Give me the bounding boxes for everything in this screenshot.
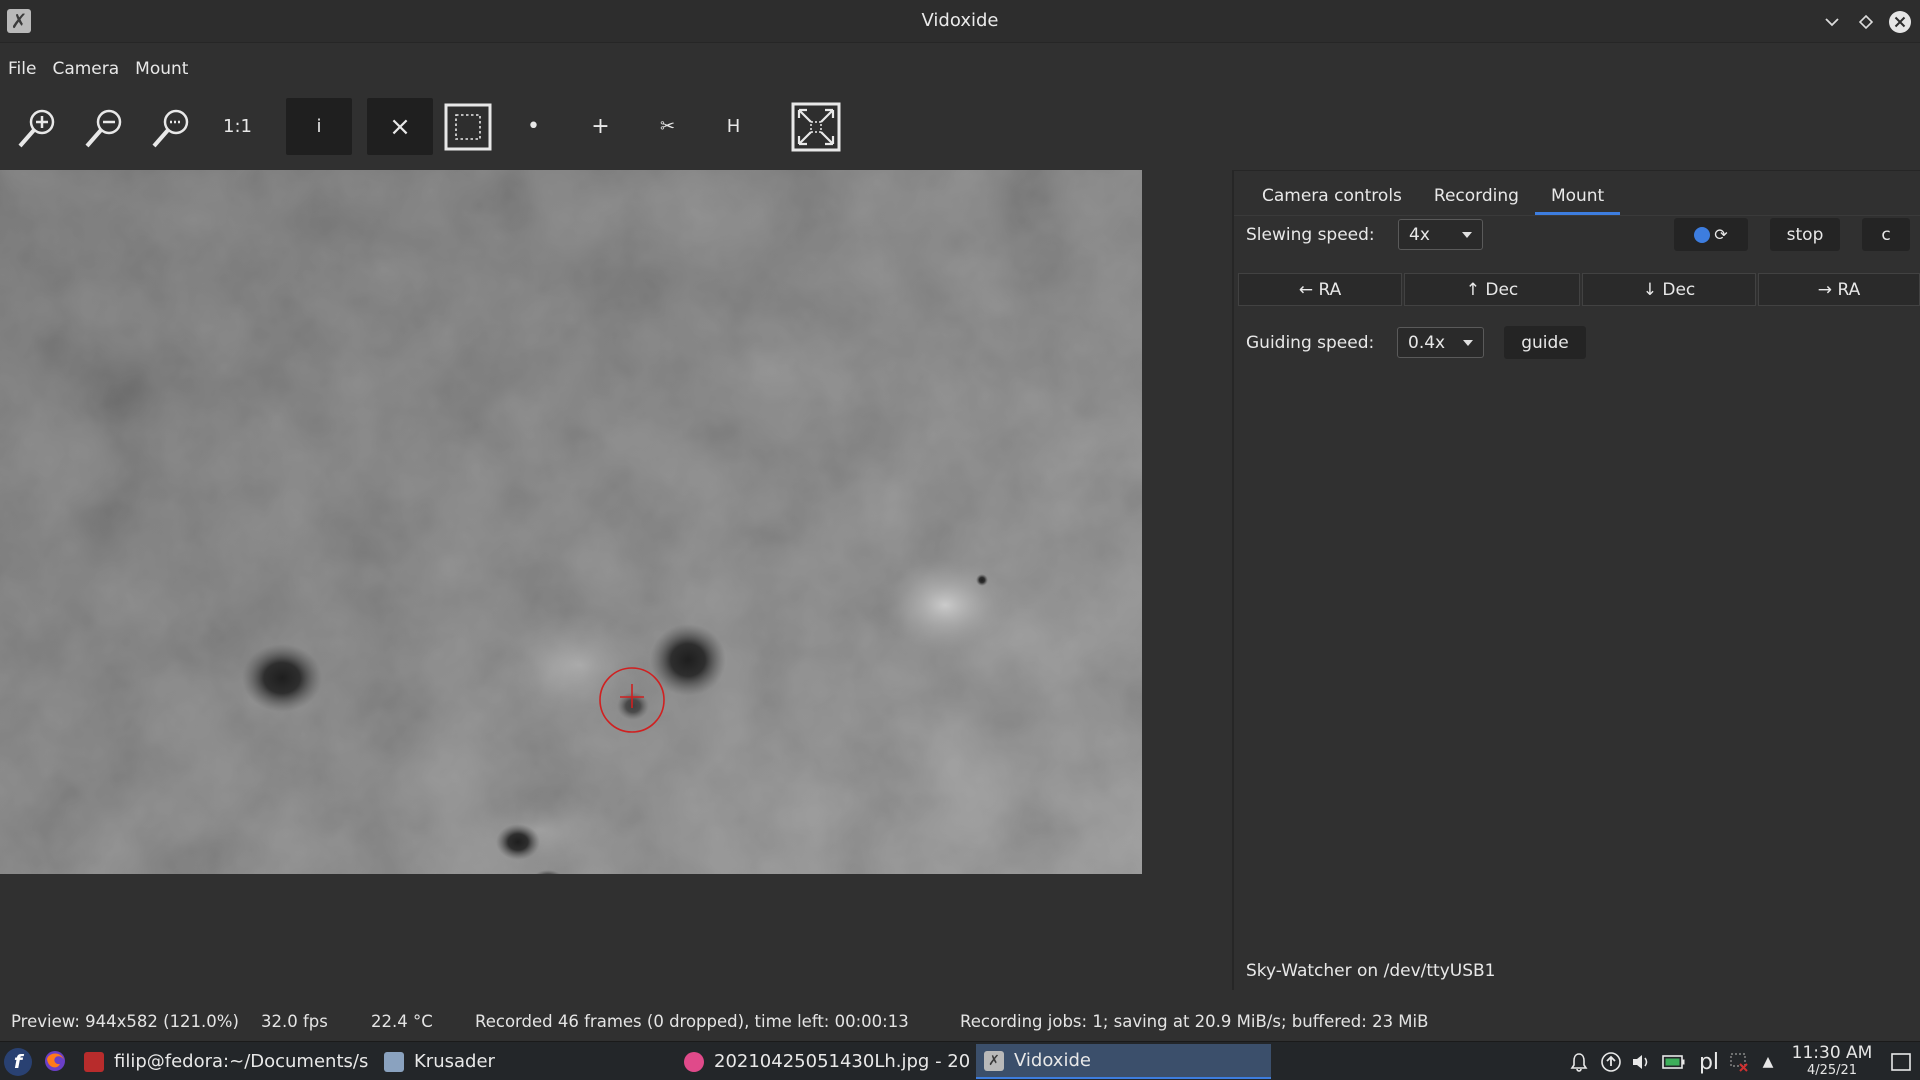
- clear-button[interactable]: ×: [367, 98, 433, 155]
- zoom-fit-icon[interactable]: [142, 98, 200, 155]
- clock-date: 4/25/21: [1806, 1063, 1858, 1078]
- slewing-speed-value: 4x: [1409, 224, 1430, 245]
- network-disconnected-icon[interactable]: [1727, 1050, 1751, 1074]
- updates-icon[interactable]: [1599, 1050, 1623, 1074]
- guiding-speed-value: 0.4x: [1408, 332, 1446, 353]
- ra-left-button[interactable]: ← RA: [1238, 273, 1402, 306]
- task-image-viewer-label: 20210425051430Lh.jpg - 20...: [714, 1051, 972, 1072]
- camera-preview[interactable]: [0, 170, 1142, 874]
- task-vidoxide[interactable]: ✗ Vidoxide: [976, 1044, 1271, 1079]
- maximize-icon[interactable]: [1854, 10, 1878, 34]
- task-image-viewer[interactable]: 20210425051430Lh.jpg - 20...: [676, 1044, 972, 1079]
- tab-recording[interactable]: Recording: [1418, 179, 1535, 213]
- tab-bar: Camera controls Recording Mount: [1246, 179, 1621, 215]
- menu-camera[interactable]: Camera: [44, 54, 127, 84]
- fullscreen-icon[interactable]: [788, 98, 844, 155]
- zoom-out-icon[interactable]: [75, 98, 133, 155]
- stop-button[interactable]: stop: [1770, 218, 1840, 251]
- status-temperature: 22.4 °C: [371, 1012, 433, 1031]
- clock[interactable]: 11:30 AM 4/25/21: [1788, 1044, 1876, 1079]
- vidoxide-icon: ✗: [984, 1050, 1004, 1071]
- task-terminal-label: filip@fedora:~/Documents/s...: [114, 1051, 368, 1072]
- sync-icon: ⟳: [1714, 225, 1728, 244]
- ra-right-button[interactable]: → RA: [1758, 273, 1920, 306]
- centroid-button[interactable]: •: [506, 98, 561, 155]
- guiding-speed-label: Guiding speed:: [1246, 333, 1375, 353]
- mount-panel: Camera controls Recording Mount Slewing …: [1232, 170, 1920, 990]
- task-krusader-label: Krusader: [414, 1051, 495, 1072]
- status-fps: 32.0 fps: [261, 1012, 328, 1031]
- status-bar: Preview: 944x582 (121.0%) 32.0 fps 22.4 …: [0, 1009, 1920, 1037]
- title-bar: ✗ Vidoxide: [0, 0, 1920, 43]
- clock-time: 11:30 AM: [1791, 1043, 1873, 1063]
- crosshair-button[interactable]: +: [573, 98, 628, 155]
- tab-divider: [1234, 215, 1920, 216]
- menu-mount[interactable]: Mount: [127, 54, 196, 84]
- notifications-icon[interactable]: [1567, 1050, 1591, 1074]
- krusader-icon: [384, 1051, 404, 1072]
- dec-up-button[interactable]: ↑ Dec: [1404, 273, 1580, 306]
- keyboard-layout[interactable]: pl: [1694, 1050, 1724, 1075]
- tab-mount[interactable]: Mount: [1534, 179, 1621, 215]
- zoom-1to1-button[interactable]: 1:1: [210, 98, 265, 155]
- status-dot-icon: [1694, 226, 1711, 243]
- taskbar: f filip@fedora:~/Documents/s... Krusader…: [0, 1041, 1920, 1080]
- chevron-down-icon: [1463, 340, 1473, 346]
- tab-camera-controls[interactable]: Camera controls: [1246, 179, 1418, 213]
- menu-file[interactable]: File: [0, 54, 44, 84]
- task-vidoxide-label: Vidoxide: [1014, 1050, 1091, 1071]
- select-region-icon[interactable]: [440, 98, 495, 155]
- close-window-icon[interactable]: [1888, 10, 1912, 34]
- task-terminal[interactable]: filip@fedora:~/Documents/s...: [76, 1044, 368, 1079]
- solar-image: [0, 170, 1142, 874]
- minimize-icon[interactable]: [1820, 10, 1844, 34]
- crop-button[interactable]: ✂: [640, 98, 695, 155]
- chevron-down-icon: [1462, 232, 1472, 238]
- status-preview: Preview: 944x582 (121.0%): [11, 1012, 239, 1031]
- status-recording-jobs: Recording jobs: 1; saving at 20.9 MiB/s;…: [960, 1012, 1429, 1031]
- show-desktop-icon[interactable]: [1889, 1050, 1913, 1074]
- c-button[interactable]: c: [1862, 218, 1910, 251]
- info-button[interactable]: i: [286, 98, 352, 155]
- connect-sync-button[interactable]: ⟳: [1674, 218, 1748, 251]
- dec-down-button[interactable]: ↓ Dec: [1582, 273, 1756, 306]
- zoom-in-icon[interactable]: [8, 98, 66, 155]
- slewing-speed-select[interactable]: 4x: [1398, 219, 1483, 250]
- toolbar: 1:1 i × • + ✂ H: [0, 95, 900, 157]
- guiding-speed-select[interactable]: 0.4x: [1397, 327, 1484, 358]
- slewing-speed-label: Slewing speed:: [1246, 225, 1375, 245]
- image-viewer-icon: [684, 1051, 704, 1072]
- tray-expand-icon[interactable]: ▲: [1756, 1050, 1780, 1074]
- menu-bar: File Camera Mount: [0, 54, 196, 84]
- guide-button[interactable]: guide: [1504, 326, 1586, 359]
- fedora-launcher-icon[interactable]: f: [4, 1048, 32, 1076]
- task-krusader[interactable]: Krusader: [376, 1044, 671, 1079]
- status-recorded: Recorded 46 frames (0 dropped), time lef…: [475, 1012, 909, 1031]
- window-title: Vidoxide: [921, 10, 999, 31]
- histogram-button[interactable]: H: [706, 98, 761, 155]
- mount-device-label: Sky-Watcher on /dev/ttyUSB1: [1246, 961, 1496, 981]
- battery-icon[interactable]: [1662, 1050, 1686, 1074]
- terminal-icon: [84, 1051, 104, 1072]
- volume-icon[interactable]: [1629, 1050, 1653, 1074]
- firefox-icon[interactable]: [43, 1049, 67, 1073]
